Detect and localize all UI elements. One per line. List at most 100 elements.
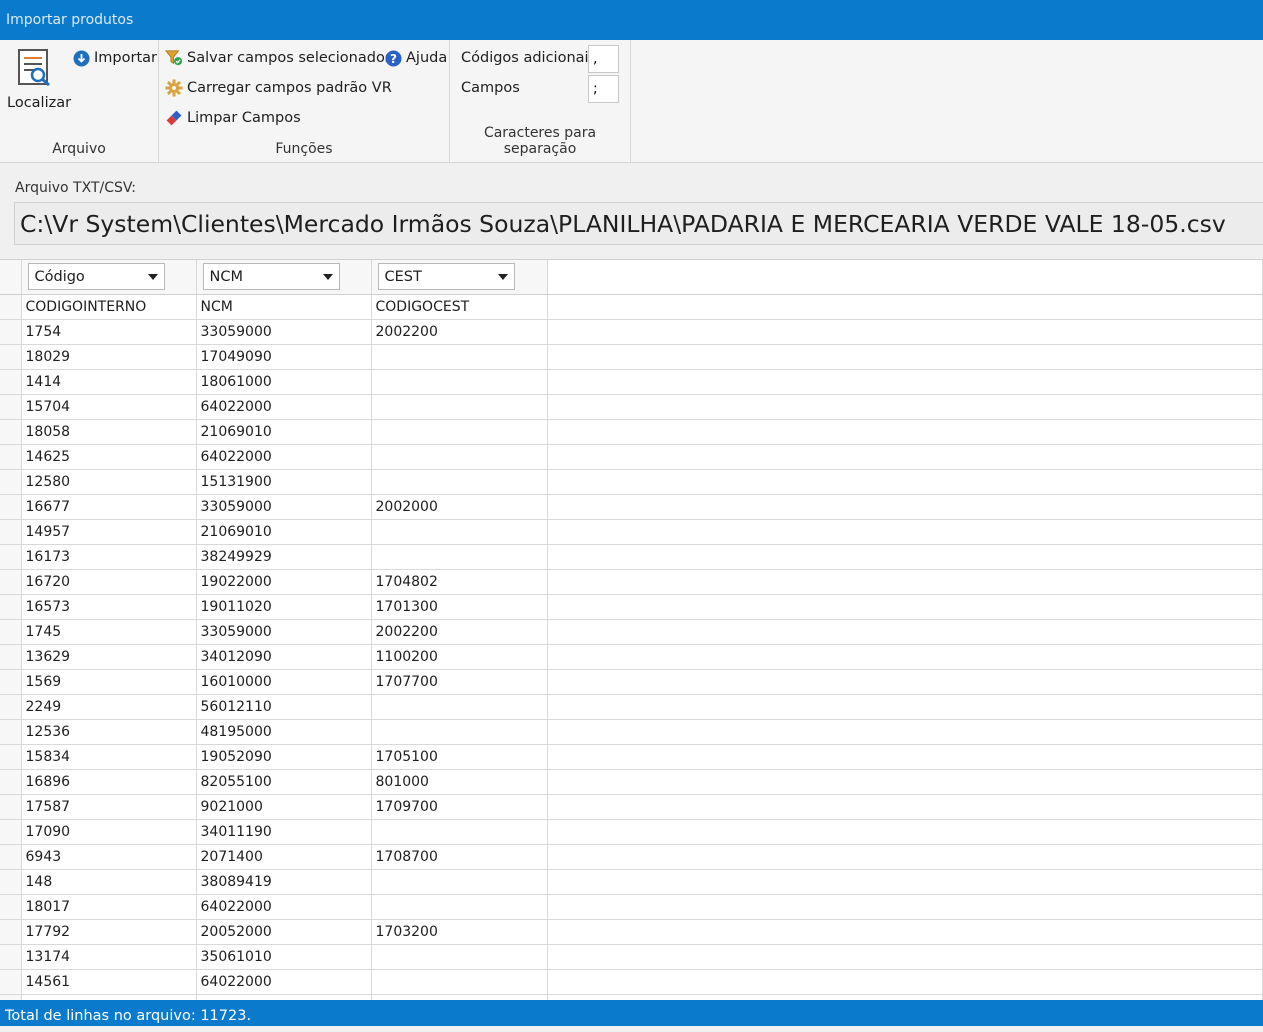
table-cell[interactable]: 64022000 — [196, 394, 372, 420]
table-cell[interactable] — [371, 869, 548, 895]
table-cell[interactable]: 17049090 — [196, 344, 372, 370]
table-row[interactable]: 16573 19011020 1701300 — [0, 594, 1263, 620]
table-cell[interactable]: 16010000 — [196, 669, 372, 695]
table-cell[interactable]: 48195000 — [196, 719, 372, 745]
table-cell[interactable]: 35061010 — [196, 944, 372, 970]
table-cell[interactable]: 16173 — [21, 544, 197, 570]
table-cell[interactable]: 16573 — [21, 594, 197, 620]
table-cell[interactable]: 34011190 — [196, 819, 372, 845]
field-select-ncm[interactable]: NCM — [202, 263, 340, 291]
table-cell[interactable]: 2002200 — [371, 319, 548, 345]
localizar-button[interactable]: Localizar — [4, 44, 71, 116]
table-row[interactable]: 18017 64022000 — [0, 894, 1263, 920]
table-cell[interactable]: 33059000 — [196, 494, 372, 520]
table-cell[interactable]: 20052000 — [196, 919, 372, 945]
field-select-codigo[interactable]: Código — [27, 263, 165, 291]
table-cell[interactable]: 16677 — [21, 494, 197, 520]
table-cell[interactable] — [371, 344, 548, 370]
table-row[interactable]: 148 38089419 — [0, 869, 1263, 895]
table-cell[interactable]: 38089419 — [196, 869, 372, 895]
carregar-campos-button[interactable]: Carregar campos padrão VR — [165, 79, 392, 97]
table-cell[interactable]: 33059000 — [196, 319, 372, 345]
table-row[interactable]: 18029 17049090 — [0, 344, 1263, 370]
table-row[interactable]: 15834 19052090 1705100 — [0, 744, 1263, 770]
table-cell[interactable] — [371, 694, 548, 720]
table-cell[interactable]: 1701300 — [371, 594, 548, 620]
table-row[interactable]: 14561 64022000 — [0, 969, 1263, 995]
codigos-adicionais-input[interactable] — [588, 45, 619, 73]
table-row[interactable]: 1754 33059000 2002200 — [0, 319, 1263, 345]
table-cell[interactable]: NCM — [196, 294, 372, 320]
table-cell[interactable] — [371, 519, 548, 545]
table-row[interactable]: 15704 64022000 — [0, 394, 1263, 420]
table-cell[interactable]: 33059000 — [196, 619, 372, 645]
table-cell[interactable]: 2002000 — [371, 494, 548, 520]
table-row[interactable]: 13174 35061010 — [0, 944, 1263, 970]
table-cell[interactable]: 64022000 — [196, 969, 372, 995]
salvar-campos-button[interactable]: Salvar campos selecionados — [165, 49, 392, 67]
table-cell[interactable]: 1569 — [21, 669, 197, 695]
table-cell[interactable] — [371, 969, 548, 995]
table-cell[interactable]: 6943 — [21, 844, 197, 870]
table-cell[interactable]: 14957 — [21, 519, 197, 545]
table-cell[interactable]: 16720 — [21, 569, 197, 595]
data-grid[interactable]: Código NCM CEST CODIGOINTERNO NCM CODIGOCE… — [0, 259, 1263, 1000]
table-cell[interactable]: 801000 — [371, 769, 548, 795]
table-row[interactable]: 16173 38249929 — [0, 544, 1263, 570]
table-row[interactable]: 1745 33059000 2002200 — [0, 619, 1263, 645]
table-cell[interactable]: 1705100 — [371, 744, 548, 770]
table-cell[interactable]: CODIGOINTERNO — [21, 294, 197, 320]
table-cell[interactable] — [371, 469, 548, 495]
table-cell[interactable]: 82055100 — [196, 769, 372, 795]
table-row[interactable]: 12580 15131900 — [0, 469, 1263, 495]
campos-input[interactable] — [588, 75, 619, 103]
table-row[interactable]: 13629 34012090 1100200 — [0, 644, 1263, 670]
table-cell[interactable]: 1754 — [21, 319, 197, 345]
table-cell[interactable] — [371, 394, 548, 420]
table-cell[interactable]: 15131900 — [196, 469, 372, 495]
table-cell[interactable]: 1414 — [21, 369, 197, 395]
ajuda-button[interactable]: ? Ajuda — [384, 49, 447, 67]
table-cell[interactable]: 21069010 — [196, 519, 372, 545]
table-cell[interactable]: 15834 — [21, 744, 197, 770]
table-cell[interactable]: 2002200 — [371, 619, 548, 645]
table-cell[interactable] — [371, 369, 548, 395]
table-cell[interactable]: 1100200 — [371, 644, 548, 670]
table-cell[interactable]: 34012090 — [196, 644, 372, 670]
limpar-campos-button[interactable]: Limpar Campos — [165, 109, 301, 127]
table-cell[interactable]: 14625 — [21, 444, 197, 470]
table-cell[interactable]: 1704802 — [371, 569, 548, 595]
table-row[interactable]: 14957 21069010 — [0, 519, 1263, 545]
table-cell[interactable]: 19011020 — [196, 594, 372, 620]
table-cell[interactable]: 12580 — [21, 469, 197, 495]
table-cell[interactable]: 56012110 — [196, 694, 372, 720]
table-cell[interactable]: 17090 — [21, 819, 197, 845]
table-cell[interactable]: 1745 — [21, 619, 197, 645]
table-cell[interactable]: 13174 — [21, 944, 197, 970]
table-cell[interactable]: 18017 — [21, 894, 197, 920]
importar-button[interactable]: Importar — [72, 49, 157, 67]
table-cell[interactable]: 38249929 — [196, 544, 372, 570]
table-cell[interactable]: 14561 — [21, 969, 197, 995]
table-row[interactable]: 16720 19022000 1704802 — [0, 569, 1263, 595]
table-cell[interactable]: 21069010 — [196, 419, 372, 445]
table-cell[interactable]: 9021000 — [196, 794, 372, 820]
table-cell[interactable]: 18058 — [21, 419, 197, 445]
table-cell[interactable] — [371, 419, 548, 445]
table-cell[interactable]: 1707700 — [371, 669, 548, 695]
table-cell[interactable]: 2249 — [21, 694, 197, 720]
table-row[interactable]: 1414 18061000 — [0, 369, 1263, 395]
table-cell[interactable]: 16896 — [21, 769, 197, 795]
table-cell[interactable]: 1708700 — [371, 844, 548, 870]
table-row[interactable]: 16896 82055100 801000 — [0, 769, 1263, 795]
table-cell[interactable]: 1703200 — [371, 919, 548, 945]
table-cell[interactable] — [371, 894, 548, 920]
table-cell[interactable] — [371, 944, 548, 970]
table-cell[interactable]: 12536 — [21, 719, 197, 745]
table-row[interactable]: 17090 34011190 — [0, 819, 1263, 845]
table-cell[interactable]: 148 — [21, 869, 197, 895]
table-cell[interactable]: 17587 — [21, 794, 197, 820]
table-row[interactable]: 2249 56012110 — [0, 694, 1263, 720]
table-cell[interactable] — [371, 544, 548, 570]
table-row[interactable]: CODIGOINTERNO NCM CODIGOCEST — [0, 294, 1263, 320]
